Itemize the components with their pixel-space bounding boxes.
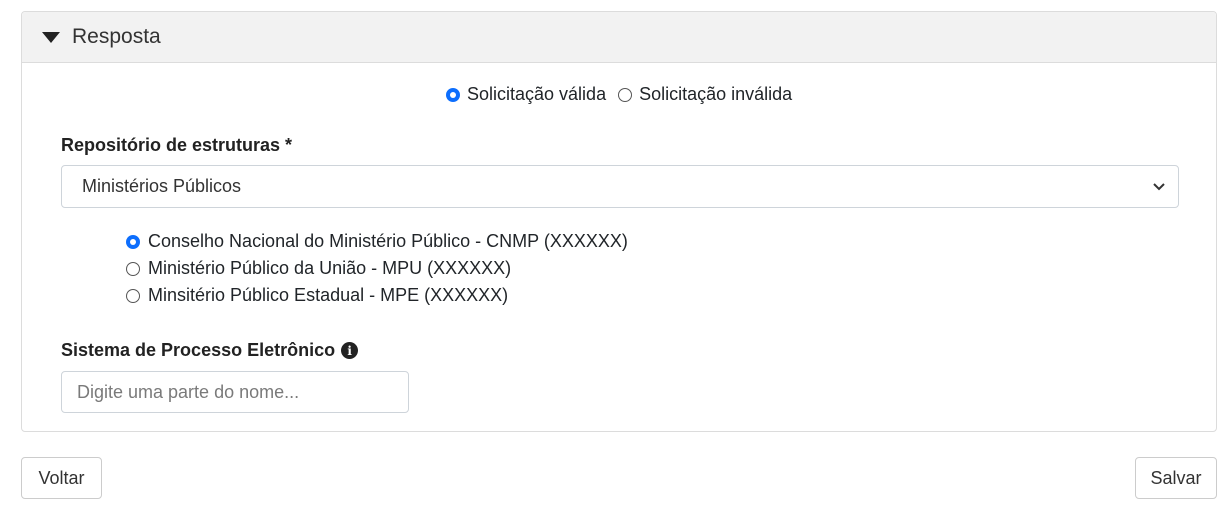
- system-search-input[interactable]: [61, 371, 409, 413]
- radio-invalid-request[interactable]: Solicitação inválida: [618, 84, 792, 105]
- org-label: Conselho Nacional do Ministério Público …: [148, 231, 628, 251]
- validity-radio-group: Solicitação válida Solicitação inválida: [446, 84, 804, 105]
- radio-checked-icon[interactable]: [126, 234, 140, 249]
- repository-select[interactable]: Ministérios Públicos: [61, 165, 1179, 208]
- back-button[interactable]: Voltar: [21, 457, 102, 499]
- panel-title: Resposta: [72, 25, 161, 48]
- org-option-mpu[interactable]: Ministério Público da União - MPU (XXXXX…: [126, 255, 628, 282]
- save-button[interactable]: Salvar: [1135, 457, 1217, 499]
- org-option-mpe[interactable]: Minsitério Público Estadual - MPE (XXXXX…: [126, 282, 628, 309]
- repository-label: Repositório de estruturas *: [61, 135, 293, 155]
- radio-valid-request[interactable]: Solicitação válida: [446, 84, 606, 105]
- radio-unchecked-icon[interactable]: [126, 261, 140, 276]
- panel-header[interactable]: Resposta: [22, 12, 1216, 63]
- caret-down-icon[interactable]: [42, 31, 60, 43]
- system-label-row: Sistema de Processo Eletrônico i: [61, 340, 359, 361]
- org-label: Minsitério Público Estadual - MPE (XXXXX…: [148, 285, 509, 305]
- repository-selected-value: Ministérios Públicos: [82, 176, 242, 196]
- radio-label: Solicitação inválida: [639, 84, 793, 104]
- org-option-cnmp[interactable]: Conselho Nacional do Ministério Público …: [126, 228, 628, 255]
- system-label: Sistema de Processo Eletrônico: [61, 340, 336, 360]
- radio-label: Solicitação válida: [467, 84, 607, 104]
- org-label: Ministério Público da União - MPU (XXXXX…: [148, 258, 512, 278]
- radio-checked-icon[interactable]: [446, 87, 460, 102]
- info-icon[interactable]: i: [341, 342, 359, 359]
- radio-unchecked-icon[interactable]: [126, 288, 140, 303]
- chevron-down-icon: [1153, 183, 1165, 191]
- radio-unchecked-icon[interactable]: [618, 87, 633, 102]
- organization-radio-group: Conselho Nacional do Ministério Público …: [126, 228, 628, 309]
- response-panel: Resposta Solicitação válida Solicitação …: [21, 11, 1217, 432]
